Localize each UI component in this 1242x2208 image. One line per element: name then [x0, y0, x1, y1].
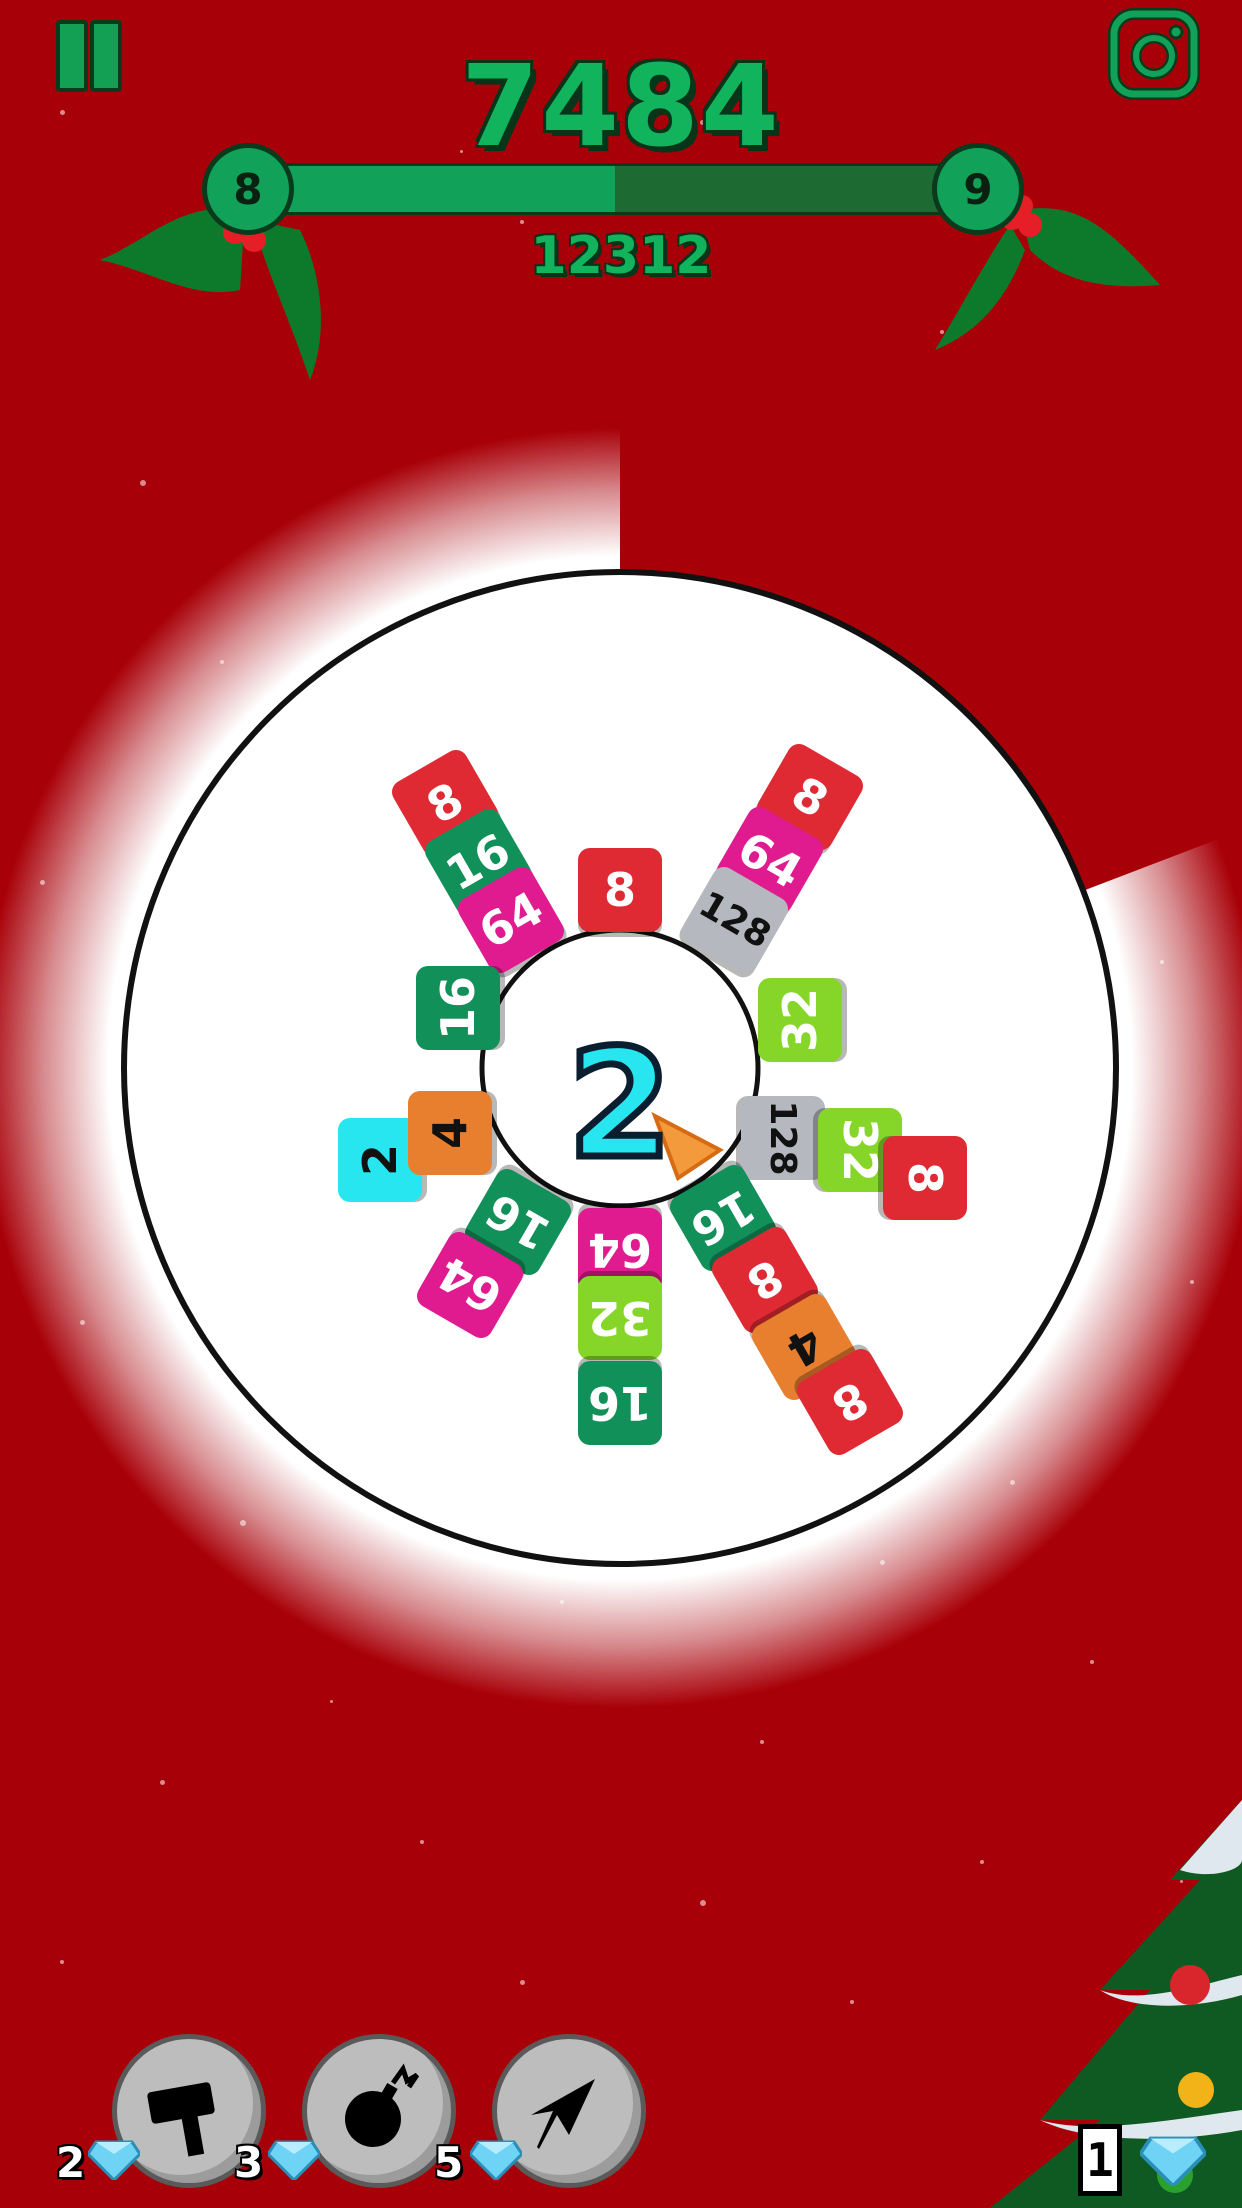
gem-balance-icon [1140, 2136, 1206, 2186]
bomb-powerup-button[interactable] [302, 2034, 456, 2188]
gem-icon [470, 2140, 522, 2180]
gem-icon [88, 2140, 140, 2180]
number-tile: 16 [416, 966, 500, 1050]
number-tile: 32 [578, 1276, 662, 1360]
arrow-cost: 5 [434, 2138, 464, 2187]
number-tile: 16 [578, 1361, 662, 1445]
score-display: 7484 [461, 42, 781, 172]
level-progress-fill [255, 166, 615, 212]
number-tile: 4 [408, 1091, 492, 1175]
center-block-value: 2 [564, 1015, 675, 1196]
gem-icon [268, 2140, 320, 2180]
bomb-icon [345, 2063, 420, 2147]
number-tile: 128 [741, 1096, 825, 1180]
bomb-cost: 3 [234, 2138, 264, 2187]
next-level-badge: 9 [932, 143, 1024, 235]
level-progress-bar [252, 163, 978, 215]
number-tile: 8 [883, 1136, 967, 1220]
number-tile: 32 [758, 978, 842, 1062]
gem-count: 1 [1078, 2124, 1122, 2196]
target-score: 12312 [530, 226, 712, 286]
number-tile: 8 [578, 848, 662, 932]
hammer-cost: 2 [56, 2138, 86, 2187]
current-level-badge: 8 [202, 143, 294, 235]
